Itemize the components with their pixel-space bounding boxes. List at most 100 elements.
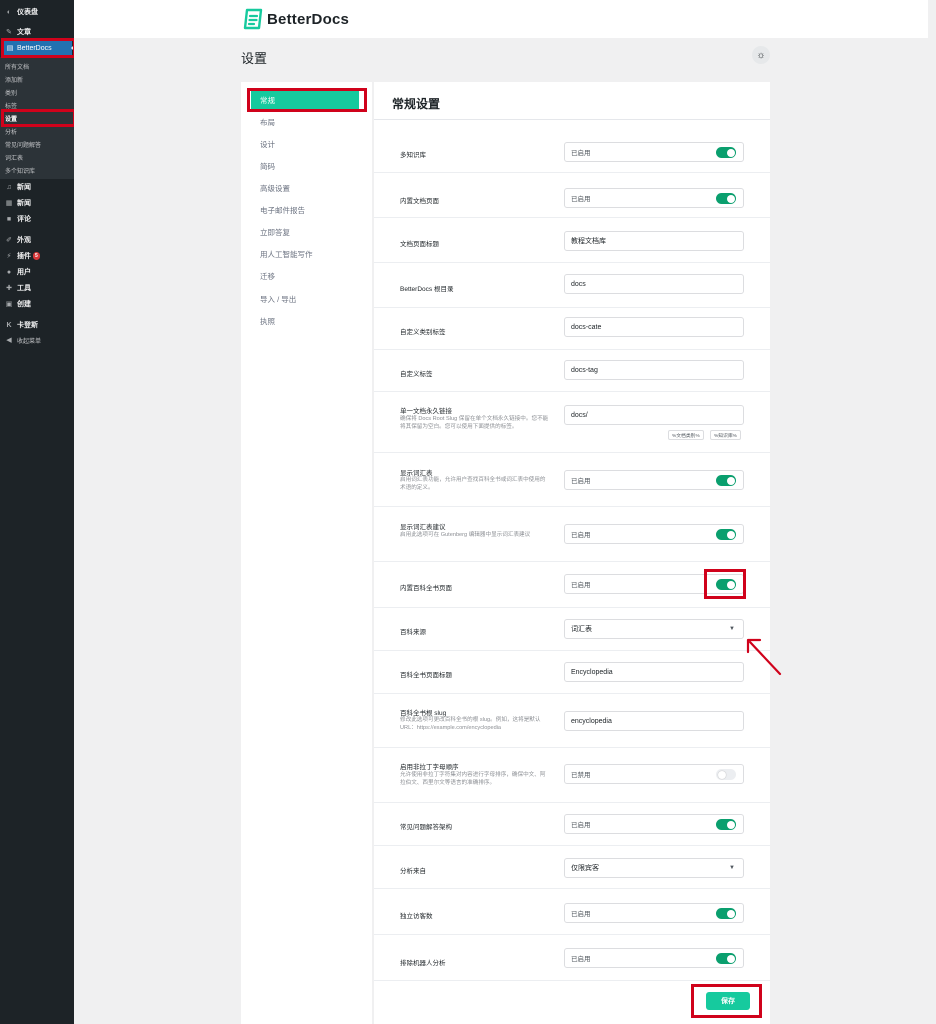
encyclopedia-slug-input[interactable]: encyclopedia <box>564 711 744 731</box>
tab-license[interactable]: 执照 <box>260 314 275 328</box>
setting-row-show-glossary: 显示词汇表 启用词汇表功能，允许用户查找百科全书或词汇表中使用的术语的定义。 已… <box>374 454 770 507</box>
comments-icon: ■ <box>6 215 12 223</box>
menu-appearance[interactable]: ✐ 外观 <box>0 233 74 247</box>
encyclopedia-title-input[interactable]: Encyclopedia <box>564 662 744 682</box>
toggle-switch[interactable] <box>716 193 736 204</box>
setting-label: 排除机器人分析 <box>400 960 446 967</box>
toggle-field: 已启用 <box>564 188 744 208</box>
pin-icon: ✎ <box>6 29 12 36</box>
setting-row-encyclopedia-slug: 百科全书根 slug 修改此选项可更改百科全书的根 slug。例如，这将是默认 … <box>374 695 770 748</box>
permalink-tag-category[interactable]: %文档类别% <box>668 430 704 440</box>
submenu-multiple-kb[interactable]: 多个知识库 <box>5 164 35 176</box>
toggle-status: 已禁用 <box>571 772 591 779</box>
toggle-status: 已启用 <box>571 911 591 918</box>
menu-posts[interactable]: ✎ 文章 <box>0 25 74 39</box>
tab-instant-answer[interactable]: 立即答复 <box>260 225 290 239</box>
menu-collapse[interactable]: ◀ 收起菜单 <box>0 333 74 347</box>
plugins-update-badge: 5 <box>33 252 40 260</box>
tab-design[interactable]: 设计 <box>260 137 275 151</box>
tab-layout[interactable]: 布局 <box>260 115 275 129</box>
tab-shortcodes[interactable]: 简码 <box>260 159 275 173</box>
submenu-add-new[interactable]: 添加新 <box>5 73 23 85</box>
pages-icon: ▦ <box>5 200 13 207</box>
setting-label: 启用非拉丁字母顺序 <box>400 764 459 771</box>
permalink-input[interactable]: docs/ <box>564 405 744 425</box>
toggle-status: 已启用 <box>571 956 591 963</box>
panel-header: 常规设置 <box>374 82 770 120</box>
setting-description: 启用词汇表功能，允许用户查找百科全书或词汇表中使用的术语的定义。 <box>400 477 546 491</box>
toggle-field: 已启用 <box>564 814 744 834</box>
toggle-switch[interactable] <box>716 908 736 919</box>
setting-label: 单一文档永久链接 <box>400 408 452 415</box>
chevron-down-icon: ▼ <box>729 865 735 871</box>
highlight-settings <box>1 109 76 127</box>
submenu-glossary[interactable]: 词汇表 <box>5 151 23 163</box>
setting-label: 百科来源 <box>400 629 426 636</box>
menu-tools[interactable]: ✚ 工具 <box>0 281 74 295</box>
toggle-status: 已启用 <box>571 582 591 589</box>
toggle-switch[interactable] <box>716 529 736 540</box>
menu-pages[interactable]: ▦ 新闻 <box>0 196 74 210</box>
select-value: 仅限宾客 <box>571 865 599 872</box>
setting-row-permalink: 单一文档永久链接 确保将 Docs Root Slug 保留在单个文档永久链接中… <box>374 393 770 453</box>
toggle-switch[interactable] <box>716 769 736 780</box>
tab-advanced[interactable]: 高级设置 <box>260 181 290 195</box>
tab-ai-writer[interactable]: 用人工智能写作 <box>260 247 313 261</box>
submenu-all-docs[interactable]: 所有文档 <box>5 60 29 72</box>
media-icon: ♫ <box>6 183 12 191</box>
root-slug-input[interactable]: docs <box>564 274 744 294</box>
menu-users[interactable]: ● 用户 <box>0 265 74 279</box>
setting-row-non-latin-order: 启用非拉丁字母顺序 允许使用非拉丁字符集对内容进行字母排序，确保中文、阿拉伯文、… <box>374 749 770 803</box>
section-title: 常规设置 <box>392 97 441 111</box>
menu-plugins[interactable]: ⚡ 插件 5 <box>0 249 74 263</box>
menu-settings[interactable]: ▣ 创建 <box>0 297 74 311</box>
toggle-status: 已启用 <box>571 532 591 539</box>
permalink-tag-kb[interactable]: %知识库% <box>710 430 741 440</box>
setting-label: 常见问题解答架构 <box>400 824 452 831</box>
setting-label: 自定义类别标签 <box>400 329 446 336</box>
collapse-icon: ◀ <box>6 337 12 344</box>
menu-comments[interactable]: ■ 评论 <box>0 212 74 226</box>
setting-description: 确保将 Docs Root Slug 保留在单个文档永久链接中。您不能将其保留为… <box>400 416 549 430</box>
tab-migration[interactable]: 迁移 <box>260 269 275 283</box>
toggle-field: 已启用 <box>564 948 744 968</box>
theme-toggle-button[interactable]: ☼ <box>752 46 770 64</box>
encyclopedia-source-select[interactable]: 词汇表 ▼ <box>564 619 744 639</box>
analytics-from-select[interactable]: 仅限宾客 ▼ <box>564 858 744 878</box>
annotation-arrow-icon <box>746 638 782 676</box>
toggle-field: 已启用 <box>564 142 744 162</box>
toggle-switch[interactable] <box>716 819 736 830</box>
category-slug-input[interactable]: docs-cate <box>564 317 744 337</box>
general-settings-panel: 常规设置 多知识库 已启用 内置文档页面 已启用 文档页面标题 教程文档库 Be… <box>374 82 770 1024</box>
submenu-categories[interactable]: 类别 <box>5 86 17 98</box>
setting-row-category-slug: 自定义类别标签 docs-cate <box>374 309 770 350</box>
toggle-switch[interactable] <box>716 475 736 486</box>
brush-icon: ✐ <box>6 237 12 244</box>
toggle-switch[interactable] <box>716 147 736 158</box>
setting-row-faq-schema: 常见问题解答架构 已启用 <box>374 804 770 846</box>
menu-media[interactable]: ♫ 新闻 <box>0 180 74 194</box>
sun-icon: ☼ <box>756 49 766 61</box>
setting-label: 独立访客数 <box>400 913 433 920</box>
setting-row-root-slug: BetterDocs 根目录 docs <box>374 264 770 308</box>
dashboard-icon: ◐ <box>6 8 12 16</box>
tag-slug-input[interactable]: docs-tag <box>564 360 744 380</box>
setting-label: 百科全书页面标题 <box>400 672 452 679</box>
tab-import-export[interactable]: 导入 / 导出 <box>260 292 296 306</box>
menu-dashboard[interactable]: ◐ 仪表盘 <box>0 5 74 19</box>
setting-label: BetterDocs 根目录 <box>400 286 454 293</box>
menu-kadence[interactable]: K 卡登斯 <box>0 318 74 332</box>
doc-page-title-input[interactable]: 教程文档库 <box>564 231 744 251</box>
setting-row-glossary-suggestions: 显示词汇表建议 启用此选项可在 Gutenberg 编辑器中显示词汇表建议 已启… <box>374 508 770 562</box>
toggle-switch[interactable] <box>716 953 736 964</box>
brand-logo[interactable]: BetterDocs <box>242 8 349 30</box>
tab-email-report[interactable]: 电子邮件报告 <box>260 203 305 217</box>
setting-row-tag-slug: 自定义标签 docs-tag <box>374 351 770 392</box>
highlight-betterdocs <box>1 38 76 58</box>
main-area: BetterDocs 设置 ☼ 常规 布局 设计 简码 高级设置 电子邮件报告 … <box>74 0 936 1024</box>
submenu-faq[interactable]: 常见问题解答 <box>5 138 41 150</box>
page-title: 设置 <box>241 51 268 66</box>
setting-label: 文档页面标题 <box>400 241 439 248</box>
setting-row-encyclopedia-title: 百科全书页面标题 Encyclopedia <box>374 652 770 694</box>
wp-admin-sidebar: ◐ 仪表盘 ✎ 文章 ▤ BetterDocs 所有文档 添加新 类别 标签 设置 分… <box>0 0 75 1024</box>
